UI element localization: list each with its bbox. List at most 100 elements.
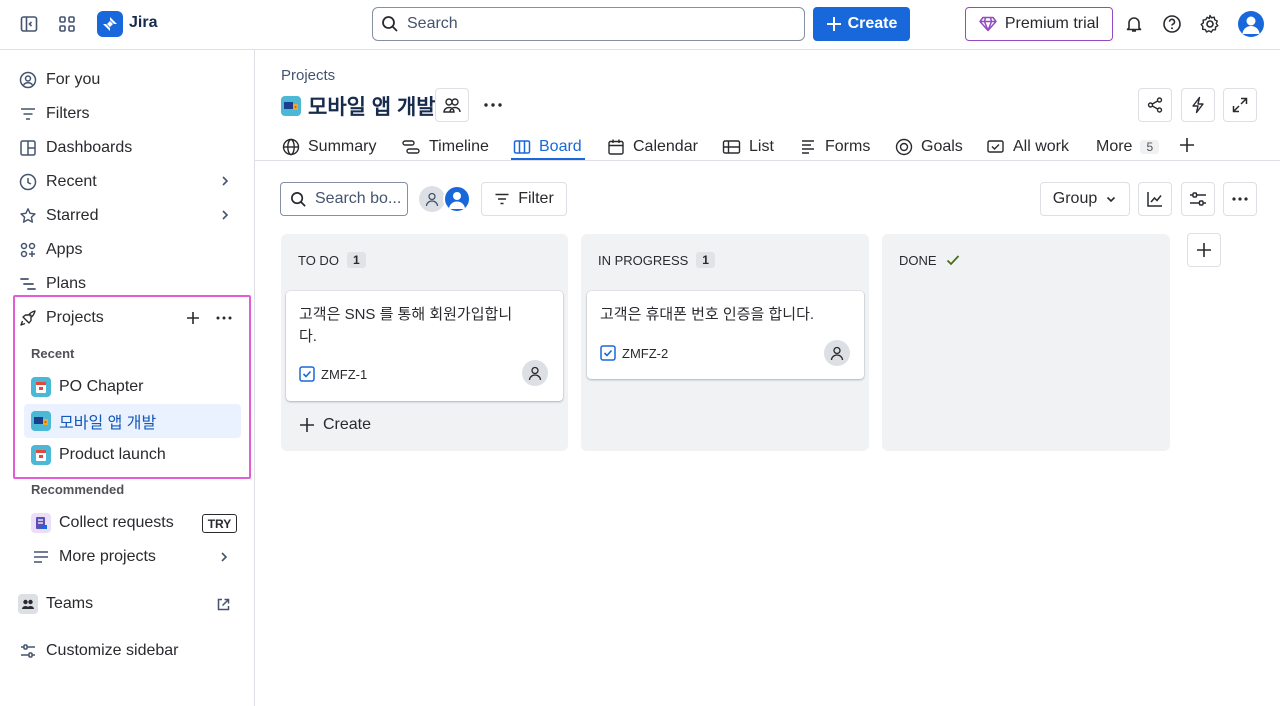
sidebar-item-apps[interactable]: Apps — [18, 234, 238, 266]
board-icon — [513, 140, 531, 154]
group-dropdown[interactable]: Group — [1040, 182, 1130, 216]
tab-all-work[interactable]: All work — [986, 133, 1069, 161]
unassigned-avatar[interactable] — [522, 360, 548, 386]
done-check-icon — [946, 255, 959, 266]
chevron-down-icon — [1107, 196, 1116, 203]
sidebar-item-for-you[interactable]: For you — [18, 64, 238, 96]
card-key[interactable]: ZMFZ-1 — [299, 366, 367, 382]
issue-card[interactable]: 고객은 SNS 를 통해 회원가입합니다. ZMFZ-1 — [286, 291, 563, 401]
team-members-button[interactable] — [435, 88, 469, 122]
insights-button[interactable] — [1138, 182, 1172, 216]
tab-label: Calendar — [633, 138, 698, 155]
create-button[interactable]: Create — [813, 7, 910, 41]
user-avatar[interactable] — [1238, 11, 1264, 37]
column-title: DONE — [899, 252, 937, 268]
filter-button[interactable]: Filter — [481, 182, 567, 216]
sidebar-item-more-projects[interactable]: More projects — [24, 540, 241, 574]
column-header[interactable]: DONE — [899, 252, 961, 268]
jira-logo-icon[interactable] — [97, 11, 123, 37]
card-key[interactable]: ZMFZ-2 — [600, 345, 668, 361]
assignee-avatar[interactable] — [443, 185, 471, 213]
issue-card[interactable]: 고객은 휴대폰 번호 인증을 합니다. ZMFZ-2 — [587, 291, 864, 379]
column-title: TO DO — [298, 252, 339, 268]
create-issue-button[interactable]: Create — [299, 416, 371, 434]
sidebar-item-recent[interactable]: Recent — [18, 166, 238, 198]
page-title: 모바일 앱 개발 — [308, 96, 436, 119]
lightning-icon — [1192, 96, 1204, 114]
sidebar-item-projects[interactable]: Projects — [18, 302, 238, 334]
tab-timeline[interactable]: Timeline — [401, 133, 489, 161]
tab-forms[interactable]: Forms — [799, 133, 870, 161]
plans-icon — [18, 274, 38, 294]
more-options-icon[interactable] — [215, 310, 233, 326]
sliders-icon — [1190, 192, 1206, 206]
column-done: DONE — [882, 234, 1170, 451]
diamond-icon — [979, 16, 997, 32]
tab-more[interactable]: More 5 — [1096, 133, 1160, 161]
unassigned-avatar[interactable] — [419, 186, 445, 212]
star-icon — [18, 206, 38, 226]
more-count-badge: 5 — [1140, 140, 1160, 154]
add-column-button[interactable] — [1187, 233, 1221, 267]
sidebar-project-po-chapter[interactable]: PO Chapter — [24, 370, 241, 404]
all-work-icon — [987, 140, 1004, 153]
sidebar-item-starred[interactable]: Starred — [18, 200, 238, 232]
fullscreen-button[interactable] — [1223, 88, 1257, 122]
create-button-label: Create — [847, 15, 898, 32]
more-actions-icon[interactable] — [483, 97, 503, 113]
notifications-bell-icon[interactable] — [1120, 10, 1148, 38]
share-button[interactable] — [1138, 88, 1172, 122]
external-link-icon[interactable] — [216, 597, 231, 612]
chevron-right-icon — [218, 208, 232, 222]
column-title: IN PROGRESS — [598, 252, 689, 268]
column-header[interactable]: IN PROGRESS 1 — [598, 252, 715, 268]
unassigned-avatar[interactable] — [824, 340, 850, 366]
sidebar-project-mobile-app[interactable]: 모바일 앱 개발 — [24, 404, 241, 438]
sidebar-toggle-icon[interactable] — [15, 10, 43, 38]
sidebar-item-dashboards[interactable]: Dashboards — [18, 132, 238, 164]
tab-calendar[interactable]: Calendar — [607, 133, 698, 161]
sidebar-item-customize[interactable]: Customize sidebar — [18, 635, 238, 667]
more-options-icon — [1232, 197, 1248, 201]
sidebar-item-label: Filters — [46, 105, 90, 122]
column-in-progress: IN PROGRESS 1 고객은 휴대폰 번호 인증을 합니다. ZMFZ-2 — [581, 234, 869, 451]
column-count: 1 — [346, 252, 366, 268]
tab-board[interactable]: Board — [513, 133, 582, 161]
search-input[interactable]: Search — [372, 7, 805, 41]
sidebar-item-label: Recent — [46, 173, 97, 190]
settings-gear-icon[interactable] — [1196, 10, 1224, 38]
sidebar-project-product-launch[interactable]: Product launch — [24, 438, 241, 472]
issue-key: ZMFZ-1 — [321, 366, 368, 382]
sidebar-item-filters[interactable]: Filters — [18, 98, 238, 130]
tab-list[interactable]: List — [722, 133, 774, 161]
board-more-button[interactable] — [1223, 182, 1257, 216]
task-checkbox-icon — [299, 366, 315, 382]
sidebar-item-label: Customize sidebar — [46, 642, 179, 659]
apps-icon — [18, 240, 38, 260]
tab-label: List — [749, 138, 774, 155]
automation-button[interactable] — [1181, 88, 1215, 122]
filter-icon — [495, 193, 509, 205]
board-search-input[interactable]: Search bo... — [280, 182, 408, 216]
app-name[interactable]: Jira — [129, 14, 157, 32]
breadcrumb[interactable]: Projects — [281, 67, 335, 84]
add-tab-icon[interactable] — [1178, 136, 1196, 154]
dashboard-icon — [18, 138, 38, 158]
column-header[interactable]: TO DO 1 — [298, 252, 366, 268]
item-label: More projects — [59, 548, 156, 565]
view-settings-button[interactable] — [1181, 182, 1215, 216]
add-project-icon[interactable] — [185, 310, 201, 326]
clock-icon — [18, 172, 38, 192]
app-switcher-icon[interactable] — [53, 10, 81, 38]
sidebar-item-teams[interactable]: Teams — [18, 588, 238, 620]
tab-label: Timeline — [429, 138, 489, 155]
sidebar-item-label: Teams — [46, 595, 94, 612]
teams-icon — [18, 594, 38, 614]
section-label-recent: Recent — [31, 346, 75, 361]
rocket-icon — [18, 308, 38, 328]
tab-goals[interactable]: Goals — [895, 133, 963, 161]
people-icon — [443, 98, 461, 113]
help-icon[interactable] — [1158, 10, 1186, 38]
tab-summary[interactable]: Summary — [282, 133, 376, 161]
premium-trial-button[interactable]: Premium trial — [965, 7, 1113, 41]
